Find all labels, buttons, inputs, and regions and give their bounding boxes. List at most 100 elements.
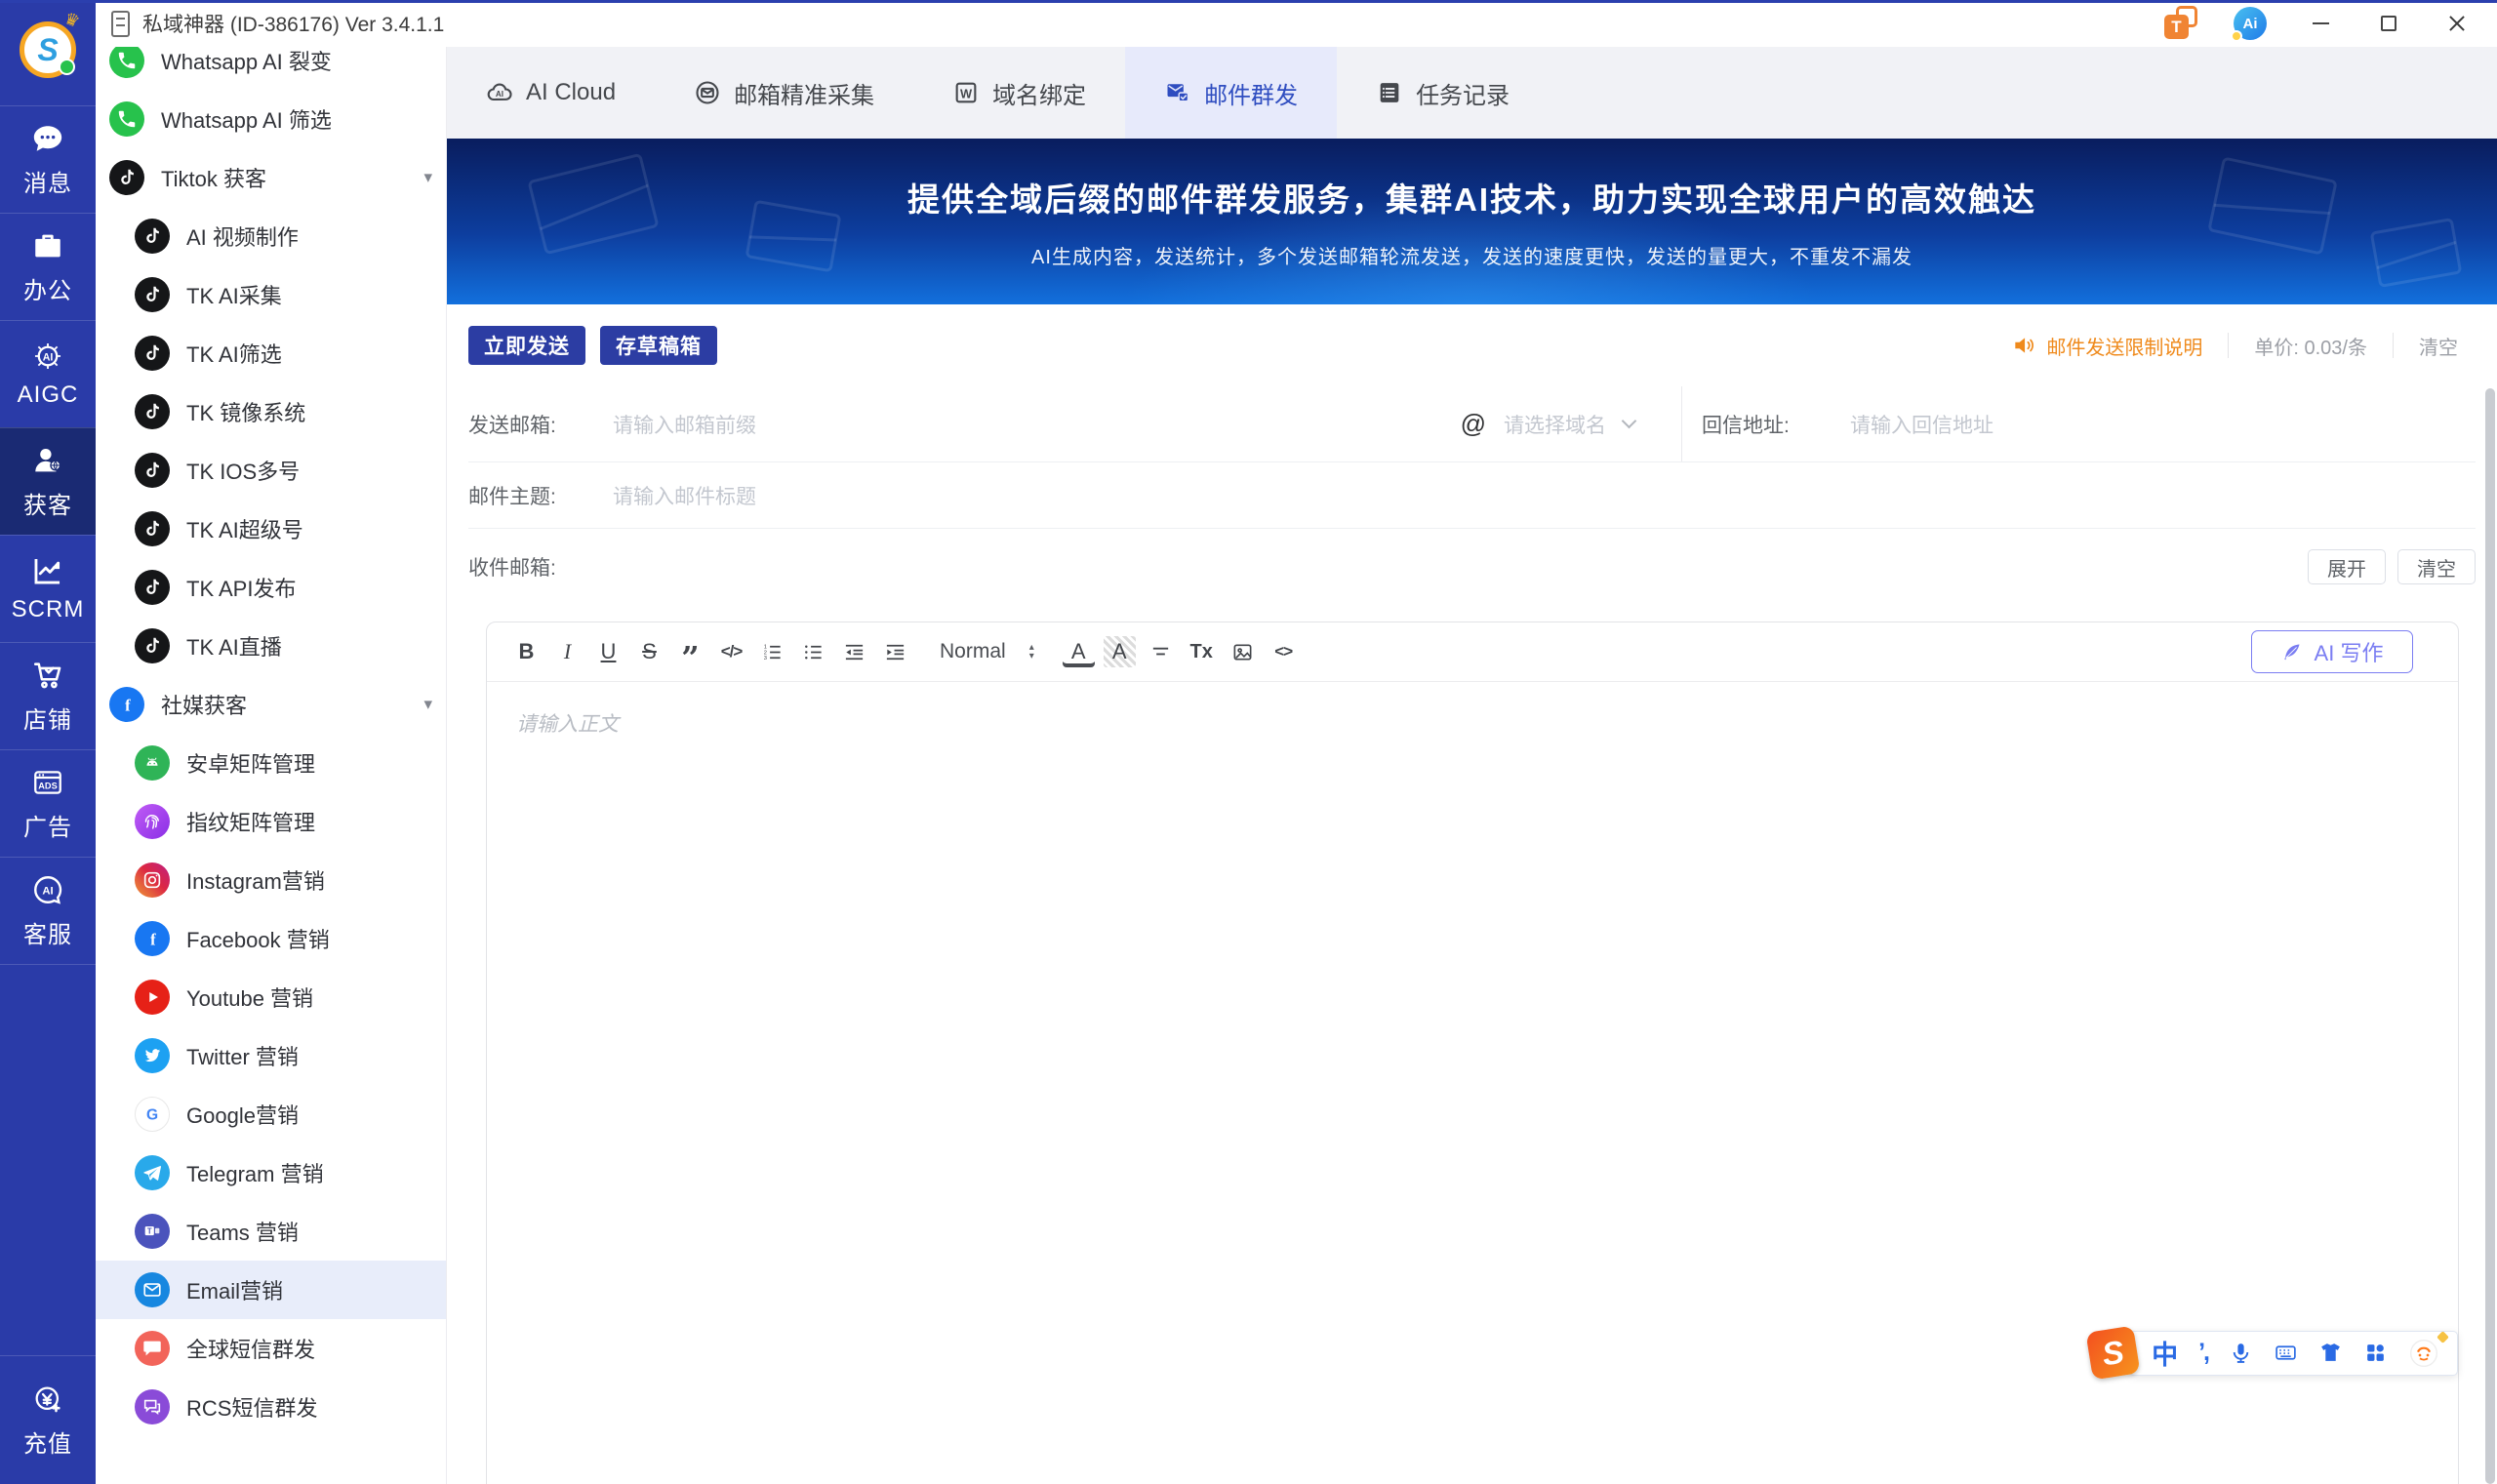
ime-virtual-keyboard[interactable]	[2274, 1341, 2298, 1365]
sidebar-item-youtube-marketing[interactable]: Youtube 营销 ▾	[96, 968, 446, 1026]
rail-item-shop[interactable]: 店铺	[0, 642, 96, 749]
sidebar-item-tiktok-acquisition[interactable]: Tiktok 获客 ▾	[96, 148, 446, 207]
expand-button[interactable]: 展开	[2308, 549, 2386, 584]
sidebar-item-google-marketing[interactable]: G Google营销 ▾	[96, 1085, 446, 1143]
rail-item-support[interactable]: AI 客服	[0, 857, 96, 964]
domain-select[interactable]: @ 请选择域名	[1461, 409, 1637, 439]
insert-image-button[interactable]	[1227, 633, 1259, 670]
chat-dots-icon	[31, 122, 64, 155]
ime-skin[interactable]	[2318, 1341, 2343, 1365]
google-icon: G	[135, 1097, 170, 1132]
tiktok-icon	[135, 394, 170, 429]
tab-task-log[interactable]: 任务记录	[1337, 47, 1549, 139]
actions-row: 立即发送 存草稿箱 邮件发送限制说明 单价: 0.03/条 清空	[468, 304, 2476, 386]
sidebar-item-tk-api-publish[interactable]: TK API发布 ▾	[96, 558, 446, 617]
format-select-button[interactable]: Normal ▴ ▾	[928, 633, 1046, 670]
ai-write-button[interactable]: AI 写作	[2251, 630, 2413, 673]
from-label: 发送邮箱:	[468, 414, 556, 437]
indent-button[interactable]	[879, 633, 911, 670]
minimize-button[interactable]	[2306, 9, 2335, 38]
facebook-icon: f	[109, 687, 144, 722]
sidebar-item-email-marketing[interactable]: Email营销 ▾	[96, 1261, 446, 1319]
save-draft-button[interactable]: 存草稿箱	[600, 326, 717, 365]
inline-code-button[interactable]: <>	[1268, 633, 1300, 670]
sidebar-item-whatsapp-ai-filter[interactable]: Whatsapp AI 筛选 ▾	[96, 90, 446, 148]
underline-button[interactable]: U	[592, 633, 624, 670]
ordered-list-button[interactable]: 123	[756, 633, 788, 670]
ime-voice-input[interactable]	[2229, 1341, 2253, 1365]
sidebar-item-android-matrix[interactable]: 安卓矩阵管理 ▾	[96, 734, 446, 792]
ime-punctuation[interactable]: ’,	[2198, 1339, 2210, 1367]
app-logo[interactable]: ♛ S	[20, 9, 82, 78]
tab-mail-collect[interactable]: 邮箱精准采集	[655, 47, 913, 139]
sidebar-item-tk-mirror[interactable]: TK 镜像系统 ▾	[96, 382, 446, 441]
sidebar-item-tk-ai-filter[interactable]: TK AI筛选 ▾	[96, 324, 446, 382]
send-now-button[interactable]: 立即发送	[468, 326, 585, 365]
svg-text:ADS: ADS	[38, 781, 57, 790]
tab-mail-bulk[interactable]: 邮件群发	[1125, 47, 1338, 139]
sidebar-item-tk-ai-super[interactable]: TK AI超级号 ▾	[96, 500, 446, 558]
subject-input[interactable]: 请输入邮件标题	[613, 481, 756, 510]
text-color-button[interactable]: A	[1063, 636, 1095, 667]
clear-recipients-button[interactable]: 清空	[2397, 549, 2476, 584]
rail-item-office[interactable]: 办公	[0, 213, 96, 320]
align-button[interactable]	[1145, 633, 1177, 670]
svg-text:3: 3	[764, 656, 767, 662]
close-icon	[2446, 13, 2468, 34]
send-limit-link[interactable]: 邮件发送限制说明	[2011, 332, 2202, 360]
tab-domain-bind[interactable]: W 域名绑定	[913, 47, 1125, 139]
bullet-list-button[interactable]	[797, 633, 829, 670]
sidebar-item-social-acquisition[interactable]: f 社媒获客 ▾	[96, 675, 446, 734]
window-title: 私域神器 (ID-386176) Ver 3.4.1.1	[142, 14, 445, 36]
youtube-icon	[135, 980, 170, 1015]
sidebar-item-twitter-marketing[interactable]: Twitter 营销 ▾	[96, 1026, 446, 1085]
blockquote-button[interactable]: ”	[674, 633, 706, 676]
strikethrough-button[interactable]: S	[633, 633, 665, 670]
mail-send-icon	[1164, 79, 1191, 106]
maximize-button[interactable]	[2374, 9, 2403, 38]
speaker-icon	[2011, 333, 2036, 358]
sidebar-item-global-sms[interactable]: 全球短信群发 ▾	[96, 1319, 446, 1378]
rail-item-ads[interactable]: ADS 广告	[0, 749, 96, 857]
sidebar-item-instagram-marketing[interactable]: Instagram营销 ▾	[96, 851, 446, 909]
ai-assistant-tray-icon[interactable]: Ai	[2231, 7, 2267, 42]
whatsapp-icon	[109, 47, 144, 78]
sidebar-item-ai-video[interactable]: AI 视频制作 ▾	[96, 207, 446, 265]
translate-tray-icon[interactable]: T	[2164, 6, 2197, 39]
close-button[interactable]	[2442, 9, 2472, 38]
sidebar-item-fingerprint-matrix[interactable]: 指纹矩阵管理 ▾	[96, 792, 446, 851]
reply-address-input[interactable]: 请输入回信地址	[1850, 410, 1994, 439]
ime-chinese-mode[interactable]: 中	[2152, 1334, 2178, 1372]
rail-item-recharge[interactable]: 充值	[0, 1355, 96, 1484]
clear-format-button[interactable]: Tx	[1186, 633, 1218, 670]
from-prefix-input[interactable]: 请输入邮箱前缀	[613, 410, 756, 439]
clear-all-link[interactable]: 清空	[2419, 332, 2458, 360]
w-square-icon: W	[952, 79, 980, 106]
vertical-scrollbar[interactable]	[2485, 388, 2495, 1484]
email-icon	[135, 1272, 170, 1307]
italic-button[interactable]: I	[551, 633, 584, 670]
sidebar-item-telegram-marketing[interactable]: Telegram 营销 ▾	[96, 1143, 446, 1202]
bold-button[interactable]: B	[510, 633, 543, 670]
sidebar-item-tk-ai-live[interactable]: TK AI直播 ▾	[96, 617, 446, 675]
ime-emoji[interactable]	[2408, 1330, 2449, 1369]
highlight-color-button[interactable]: A	[1103, 636, 1136, 667]
rail-item-aigc[interactable]: AI AIGC	[0, 320, 96, 427]
rail-item-messages[interactable]: 消息	[0, 105, 96, 213]
ime-toolbox[interactable]	[2363, 1341, 2388, 1365]
sidebar-item-facebook-marketing[interactable]: f Facebook 营销 ▾	[96, 909, 446, 968]
sidebar-item-tk-ios-multi[interactable]: TK IOS多号 ▾	[96, 441, 446, 500]
code-block-button[interactable]: </>	[715, 633, 747, 670]
task-list-icon	[1376, 79, 1403, 106]
subject-row: 邮件主题: 请输入邮件标题	[468, 462, 2476, 529]
sidebar-item-teams-marketing[interactable]: T Teams 营销 ▾	[96, 1202, 446, 1261]
rail-item-scrm[interactable]: SCRM	[0, 535, 96, 642]
sidebar-item-tk-ai-collect[interactable]: TK AI采集 ▾	[96, 265, 446, 324]
rail-item-acquisition[interactable]: 获客	[0, 427, 96, 535]
sogou-logo[interactable]: S	[2085, 1325, 2141, 1381]
sidebar-item-whatsapp-ai-fission[interactable]: Whatsapp AI 裂变 ▾	[96, 47, 446, 90]
sidebar-item-rcs-sms[interactable]: RCS短信群发 ▾	[96, 1378, 446, 1436]
tab-ai-cloud[interactable]: AI AI Cloud	[447, 47, 655, 139]
outdent-button[interactable]	[838, 633, 870, 670]
svg-text:G: G	[146, 1107, 158, 1124]
